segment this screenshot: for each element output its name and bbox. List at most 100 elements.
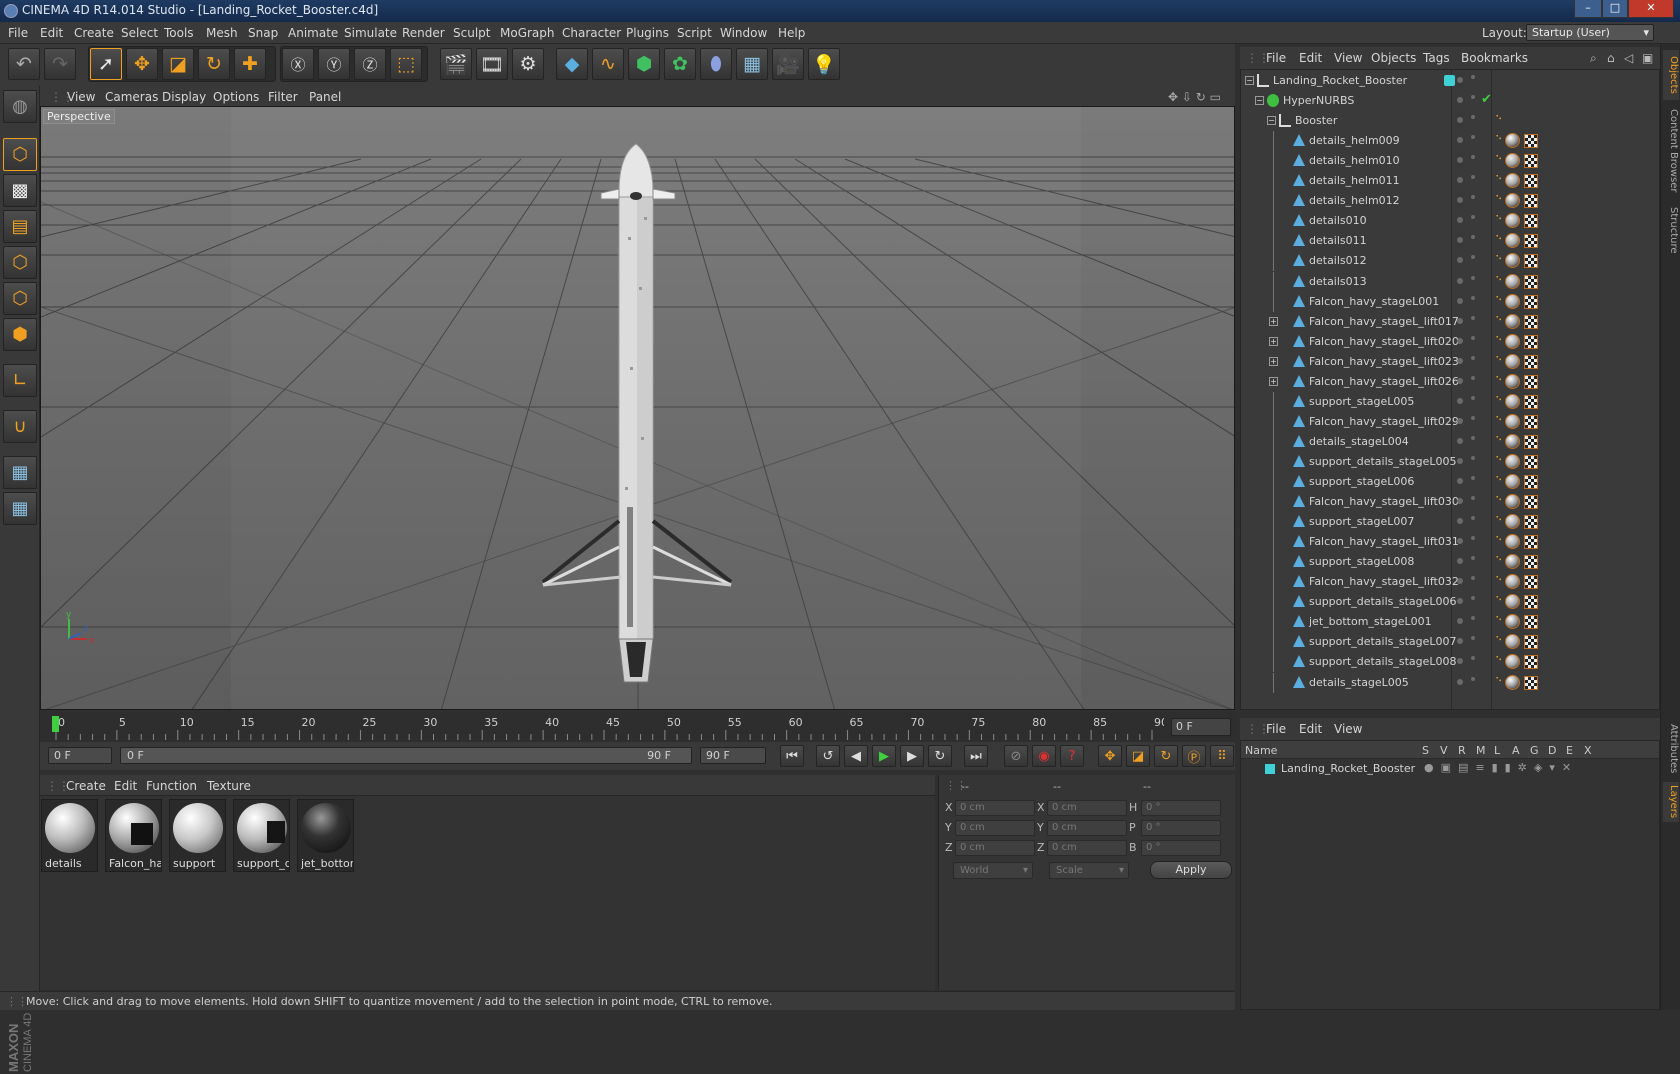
phong-tag-icon[interactable]: ⠢: [1495, 393, 1502, 404]
uvw-tag-icon[interactable]: [1524, 555, 1538, 570]
expand-toggle-icon[interactable]: +: [1269, 336, 1278, 346]
object-row[interactable]: support_details_stageL007 ⠢: [1241, 632, 1659, 653]
workplane-mode-button[interactable]: ▤: [3, 210, 37, 243]
size-y-field[interactable]: 0 cm: [1047, 820, 1127, 836]
uvw-tag-icon[interactable]: [1524, 294, 1538, 309]
editor-visibility-dot[interactable]: [1457, 97, 1463, 104]
render-visibility-dot[interactable]: [1471, 636, 1475, 641]
render-visibility-dot[interactable]: [1471, 536, 1475, 541]
menu-script[interactable]: Script: [677, 26, 712, 40]
phong-tag-icon[interactable]: ⠢: [1495, 453, 1502, 464]
render-visibility-dot[interactable]: [1471, 135, 1475, 140]
lm-menu-file[interactable]: File: [1266, 722, 1286, 736]
viewport-menu-display[interactable]: Display: [162, 90, 206, 104]
x-axis-button[interactable]: Ⓧ: [282, 48, 314, 80]
phong-tag-icon[interactable]: ⠢: [1495, 112, 1502, 123]
enabled-check-icon[interactable]: ✔: [1481, 92, 1492, 107]
render-visibility-dot[interactable]: [1471, 235, 1475, 240]
menu-plugins[interactable]: Plugins: [626, 26, 669, 40]
material-tag-icon[interactable]: [1505, 514, 1520, 530]
material-tag-icon[interactable]: [1505, 373, 1520, 389]
material-tag-icon[interactable]: [1505, 353, 1520, 369]
object-name[interactable]: support_stageL006: [1309, 475, 1414, 488]
material-details[interactable]: details: [41, 799, 98, 872]
object-row[interactable]: support_details_stageL006 ⠢: [1241, 592, 1659, 613]
pos-y-field[interactable]: 0 cm: [955, 820, 1035, 836]
uvw-tag-icon[interactable]: [1524, 334, 1538, 349]
object-row[interactable]: details_stageL004 ⠢: [1241, 431, 1659, 452]
light-button[interactable]: 💡: [808, 48, 840, 80]
material-support-de[interactable]: support_de: [233, 799, 290, 872]
perspective-viewport[interactable]: y x z Perspective: [40, 106, 1235, 710]
material-tag-icon[interactable]: [1505, 213, 1520, 229]
play-button[interactable]: ▶: [872, 745, 896, 767]
material-falcon-hav[interactable]: Falcon_hav: [105, 799, 162, 872]
key-pla-button[interactable]: ⠿: [1210, 745, 1234, 767]
editor-visibility-dot[interactable]: [1457, 357, 1463, 364]
object-name[interactable]: HyperNURBS: [1283, 94, 1354, 107]
viewport-menu-cameras[interactable]: Cameras: [105, 90, 158, 104]
object-name[interactable]: Falcon_havy_stageL_lift023: [1309, 355, 1459, 368]
object-name[interactable]: Falcon_havy_stageL_lift026: [1309, 375, 1459, 388]
previous-frame-button[interactable]: ◀: [844, 745, 868, 767]
uvw-tag-icon[interactable]: [1524, 314, 1538, 329]
tab-attributes[interactable]: Attributes: [1663, 720, 1679, 778]
size-z-field[interactable]: 0 cm: [1047, 840, 1127, 856]
editor-visibility-dot[interactable]: [1457, 157, 1463, 164]
menu-mesh[interactable]: Mesh: [206, 26, 238, 40]
phong-tag-icon[interactable]: ⠢: [1495, 613, 1502, 624]
start-frame-field[interactable]: 0 F: [48, 747, 112, 764]
material-menu-edit[interactable]: Edit: [114, 779, 137, 793]
render-visibility-dot[interactable]: [1471, 576, 1475, 581]
end-frame-field[interactable]: 90 F: [700, 747, 766, 764]
menu-tools[interactable]: Tools: [164, 26, 194, 40]
render-visibility-dot[interactable]: [1471, 676, 1475, 681]
editor-visibility-dot[interactable]: [1457, 578, 1463, 585]
phong-tag-icon[interactable]: ⠢: [1495, 152, 1502, 163]
object-row[interactable]: − HyperNURBS ✔: [1241, 91, 1659, 111]
object-row[interactable]: details_helm012 ⠢: [1241, 191, 1659, 212]
array-button[interactable]: ✿: [664, 48, 696, 80]
menu-render[interactable]: Render: [402, 26, 445, 40]
object-name[interactable]: details_helm011: [1309, 174, 1400, 187]
material-tag-icon[interactable]: [1505, 173, 1520, 189]
cube-primitive-button[interactable]: ◆: [556, 48, 588, 80]
editor-visibility-dot[interactable]: [1457, 177, 1463, 184]
object-name[interactable]: Falcon_havy_stageL001: [1309, 295, 1439, 308]
recent-tool-button[interactable]: ✚: [234, 48, 266, 80]
object-row[interactable]: details012 ⠢: [1241, 251, 1659, 272]
timeline-ruler[interactable]: 0 5 10 15 20 25 30 35 40 45 50 55 60 65 70 75 80 85 90 0 F: [40, 712, 1235, 742]
workplane-align-button[interactable]: ▦: [3, 492, 37, 525]
uvw-tag-icon[interactable]: [1524, 354, 1538, 369]
phong-tag-icon[interactable]: ⠢: [1495, 593, 1502, 604]
uvw-tag-icon[interactable]: [1524, 134, 1538, 149]
phong-tag-icon[interactable]: ⠢: [1495, 273, 1502, 284]
phong-tag-icon[interactable]: ⠢: [1495, 533, 1502, 544]
timeline-playhead[interactable]: [52, 716, 59, 732]
phong-tag-icon[interactable]: ⠢: [1495, 553, 1502, 564]
uvw-tag-icon[interactable]: [1524, 615, 1538, 630]
layer-name[interactable]: Landing_Rocket_Booster: [1281, 762, 1415, 775]
object-name[interactable]: Landing_Rocket_Booster: [1273, 74, 1407, 87]
phong-tag-icon[interactable]: ⠢: [1495, 132, 1502, 143]
phong-tag-icon[interactable]: ⠢: [1495, 633, 1502, 644]
viewport-menu-options[interactable]: Options: [213, 90, 259, 104]
material-tag-icon[interactable]: [1505, 494, 1520, 510]
uvw-tag-icon[interactable]: [1524, 434, 1538, 449]
uvw-tag-icon[interactable]: [1524, 655, 1538, 670]
om-menu-tags[interactable]: Tags: [1423, 51, 1450, 65]
expand-toggle-icon[interactable]: −: [1255, 96, 1264, 106]
material-tag-icon[interactable]: [1505, 413, 1520, 429]
object-name[interactable]: details010: [1309, 214, 1367, 227]
editor-visibility-dot[interactable]: [1457, 197, 1463, 204]
camera-button[interactable]: 🎥: [772, 48, 804, 80]
layer-color-icon[interactable]: [1444, 75, 1455, 86]
y-axis-button[interactable]: Ⓨ: [318, 48, 350, 80]
object-name[interactable]: jet_bottom_stageL001: [1309, 615, 1432, 628]
object-name[interactable]: details_helm010: [1309, 154, 1400, 167]
render-visibility-dot[interactable]: [1471, 75, 1475, 79]
expand-toggle-icon[interactable]: +: [1269, 356, 1278, 366]
editor-visibility-dot[interactable]: [1457, 558, 1463, 565]
material-tag-icon[interactable]: [1505, 554, 1520, 570]
object-row[interactable]: Falcon_havy_stageL_lift029 ⠢: [1241, 411, 1659, 432]
